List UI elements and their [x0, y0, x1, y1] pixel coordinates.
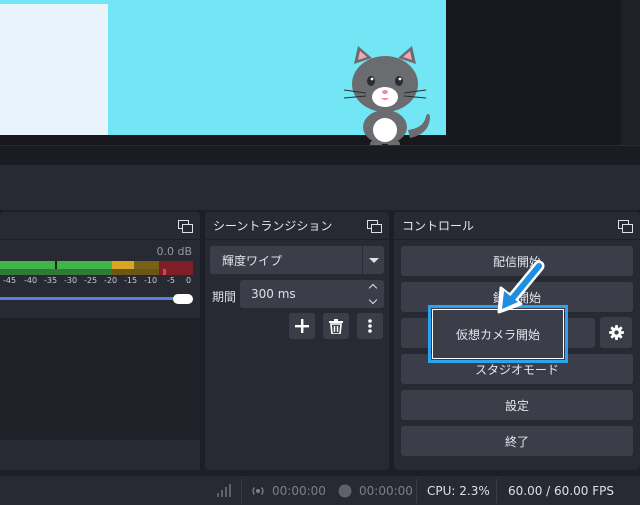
status-bar: 00:00:00 00:00:00 CPU: 2.3% 60.00 / 60.0… — [0, 475, 640, 505]
meter-tick: -30 — [64, 276, 78, 285]
audio-mixer-list — [0, 318, 200, 440]
settings-button[interactable]: 設定 — [401, 390, 633, 420]
chevron-up-icon[interactable] — [368, 283, 378, 293]
duration-value: 300 ms — [251, 287, 296, 301]
duration-spinbox[interactable]: 300 ms — [240, 280, 384, 308]
cpu-usage: CPU: 2.3% — [427, 484, 490, 498]
remove-transition-button[interactable] — [323, 313, 349, 339]
audio-mixer-title-bar — [0, 212, 200, 240]
virtualcam-settings-button[interactable] — [600, 317, 632, 348]
gear-icon — [608, 325, 624, 340]
network-signal-icon — [217, 484, 231, 497]
transition-properties-button[interactable] — [357, 313, 383, 339]
audio-meter-level — [0, 269, 193, 275]
audio-meter-peak — [0, 261, 193, 269]
chevron-down-icon[interactable] — [368, 295, 378, 305]
db-readout: 0.0 dB — [156, 245, 192, 258]
undock-icon[interactable] — [178, 219, 193, 233]
preview-area[interactable] — [0, 0, 640, 148]
start-virtualcam-button[interactable]: 仮想カメラ開始 — [432, 309, 564, 359]
scene-source-panel[interactable] — [0, 4, 108, 135]
transition-select[interactable]: 輝度ワイプ — [210, 246, 384, 274]
duration-label: 期間 — [212, 290, 237, 304]
source-toolbar — [0, 165, 640, 210]
cat-mascot-image[interactable] — [340, 42, 435, 150]
meter-tick: -20 — [104, 276, 118, 285]
pointer-arrow-icon — [497, 260, 545, 314]
meter-tick: -25 — [84, 276, 98, 285]
meter-tick: 0 — [186, 276, 192, 285]
preview-splitter[interactable] — [0, 145, 640, 165]
duration-stepper[interactable] — [362, 280, 384, 308]
preview-scrollbar[interactable] — [621, 0, 640, 145]
meter-tick: -5 — [167, 276, 175, 285]
undock-icon[interactable] — [618, 219, 633, 233]
volume-slider-handle[interactable] — [173, 294, 193, 304]
stream-timer: 00:00:00 — [272, 484, 326, 498]
meter-tick: -10 — [144, 276, 158, 285]
streaming-icon — [252, 487, 264, 495]
volume-slider-track[interactable] — [0, 297, 186, 300]
meter-tick: -45 — [3, 276, 17, 285]
record-icon — [338, 484, 352, 498]
transitions-title: シーントランジション — [213, 219, 333, 233]
meter-tick: -40 — [24, 276, 38, 285]
add-transition-button[interactable] — [289, 313, 315, 339]
controls-title: コントロール — [402, 219, 475, 233]
controls-title-bar: コントロール — [394, 212, 640, 240]
chevron-down-icon[interactable] — [362, 246, 384, 274]
transition-selected-value: 輝度ワイプ — [222, 253, 283, 268]
meter-tick: -15 — [124, 276, 138, 285]
audio-mixer-footer — [0, 440, 200, 470]
undock-icon[interactable] — [367, 219, 382, 233]
more-icon — [368, 319, 372, 333]
exit-button[interactable]: 終了 — [401, 426, 633, 456]
trash-icon — [329, 318, 343, 334]
resize-grip-icon[interactable] — [628, 493, 638, 503]
fps-readout: 60.00 / 60.00 FPS — [508, 484, 614, 498]
meter-tick: -35 — [44, 276, 58, 285]
plus-icon — [295, 319, 309, 333]
record-timer: 00:00:00 — [359, 484, 413, 498]
transitions-title-bar: シーントランジション — [205, 212, 389, 240]
